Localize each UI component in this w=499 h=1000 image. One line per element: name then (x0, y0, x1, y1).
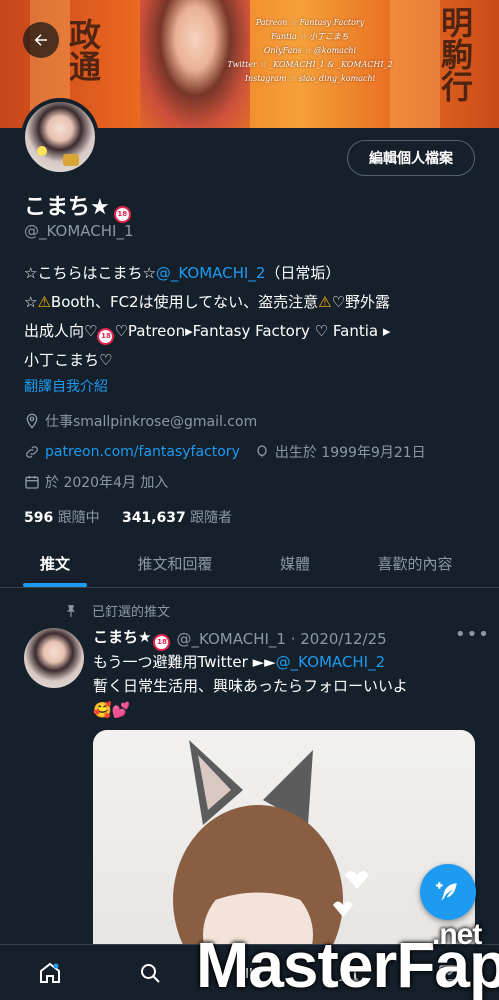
calendar-icon (25, 476, 39, 489)
feather-plus-icon (436, 882, 457, 901)
tweet-header: こまち★ 18 @_KOMACHI_1 · 2020/12/25 (93, 626, 387, 651)
emoji: 🥰💕 (93, 701, 131, 719)
back-button[interactable] (23, 22, 59, 58)
follow-counts: 596 跟隨中 341,637 跟隨者 (24, 507, 232, 527)
pin-icon (66, 604, 76, 617)
balloon-icon (257, 445, 267, 458)
more-options-icon[interactable]: ••• (455, 624, 490, 645)
r18-icon: 18 (97, 328, 115, 345)
tweet-media-image[interactable] (93, 730, 475, 960)
nav-home[interactable] (30, 953, 70, 993)
link-icon (26, 446, 38, 458)
warning-icon: ⚠ (318, 293, 332, 311)
nav-search[interactable] (130, 953, 170, 993)
profile-job: 仕事smallpinkrose@gmail.com (24, 411, 257, 431)
r18-icon: 18 (113, 206, 131, 223)
translate-bio-link[interactable]: 翻譯自我介紹 (24, 376, 108, 396)
tweet-author-name[interactable]: こまち★ 18 (93, 626, 171, 651)
tweet-handle-date: @_KOMACHI_1 · 2020/12/25 (176, 629, 387, 648)
profile-handle: @_KOMACHI_1 (24, 222, 134, 240)
tab-media[interactable]: 媒體 (250, 540, 340, 587)
profile-meta-row: patreon.com/fantasyfactory 出生於 1999年9月21… (24, 442, 440, 462)
tab-tweets[interactable]: 推文 (10, 540, 100, 587)
tweet-mention-link[interactable]: @_KOMACHI_2 (276, 653, 385, 671)
bio-mention-link[interactable]: @_KOMACHI_2 (156, 264, 265, 282)
banner-credits: Patreon ☆ Fantasy Factory Fantia ☆ 小丁こまち… (227, 18, 393, 83)
pinned-label: 已釘選的推文 (64, 601, 170, 620)
arrow-left-icon (34, 34, 47, 46)
website-link[interactable]: patreon.com/fantasyfactory (45, 444, 240, 460)
following-link[interactable]: 596 跟隨中 (24, 510, 100, 526)
tab-tweets-replies[interactable]: 推文和回覆 (100, 540, 250, 587)
watermark: MasterFap .net (196, 918, 499, 1000)
tab-likes[interactable]: 喜歡的內容 (340, 540, 490, 587)
profile-tabs: 推文 推文和回覆 媒體 喜歡的內容 (0, 540, 499, 588)
profile-name: こまち★ 18 (24, 189, 131, 223)
tweet-text: もう一つ避難用Twitter ►►@_KOMACHI_2 暫く日常生活用、興味あ… (93, 650, 483, 722)
compose-tweet-button[interactable] (420, 864, 476, 920)
profile-bio: ☆こちらはこまち☆@_KOMACHI_2（日常垢） ☆⚠Booth、FC2は使用… (24, 264, 391, 369)
banner-kanji-left: 政通 (64, 18, 102, 82)
tweet-avatar[interactable] (24, 628, 84, 688)
warning-icon: ⚠ (37, 293, 51, 311)
location-pin-icon (26, 413, 38, 429)
followers-link[interactable]: 341,637 跟隨者 (122, 510, 232, 526)
profile-avatar[interactable] (21, 98, 99, 176)
search-icon (140, 963, 160, 983)
profile-joined: 於 2020年4月 加入 (24, 472, 168, 492)
home-icon (39, 962, 60, 983)
r18-icon: 18 (153, 634, 171, 651)
edit-profile-button[interactable]: 編輯個人檔案 (347, 140, 475, 176)
banner-kanji-right: 明駒行 (436, 6, 474, 102)
birthday: 出生於 1999年9月21日 (274, 445, 426, 461)
